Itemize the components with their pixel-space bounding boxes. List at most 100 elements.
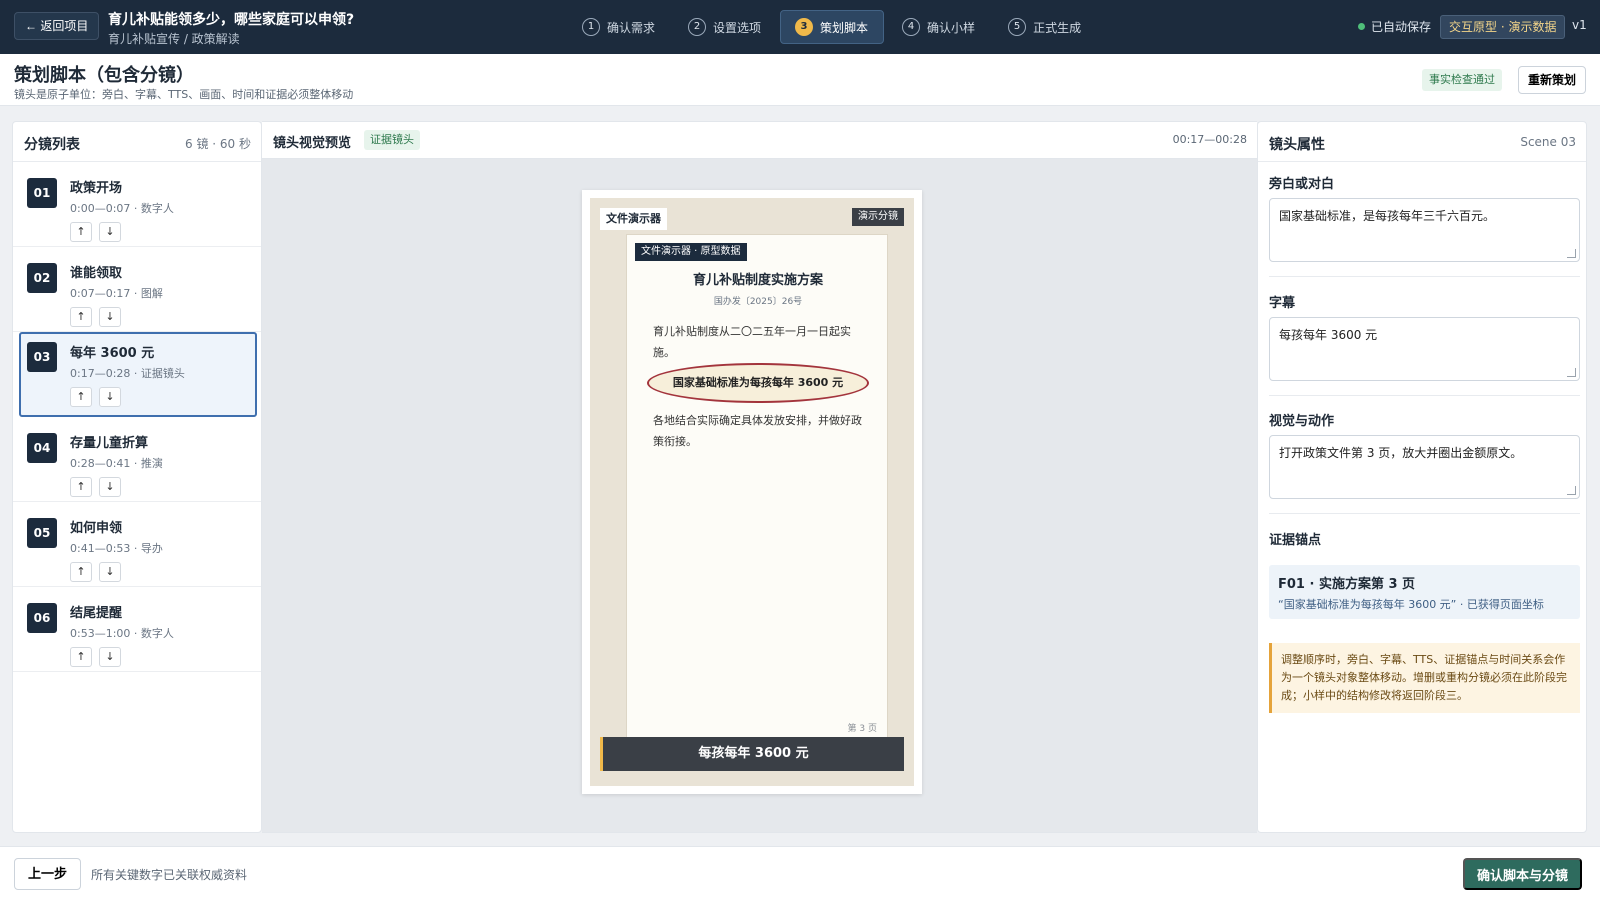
move-down-icon[interactable]: ↓ <box>99 222 121 242</box>
step-final-generate[interactable]: 5 正式生成 <box>994 10 1096 44</box>
page-header: 策划脚本（包含分镜） 镜头是原子单位：旁白、字幕、TTS、画面、时间和证据必须整… <box>0 54 1600 106</box>
shot-list-panel: 分镜列表 6 镜 · 60 秒 01 政策开场 0:00—0:07 · 数字人 … <box>12 121 262 833</box>
move-down-icon[interactable]: ↓ <box>99 307 121 327</box>
page-description: 镜头是原子单位：旁白、字幕、TTS、画面、时间和证据必须整体移动 <box>14 88 354 101</box>
shot-item-02[interactable]: 02 谁能领取 0:07—0:17 · 图解 ↑ ↓ <box>13 247 261 332</box>
shot-reorder-controls: ↑ ↓ <box>70 477 128 497</box>
step-label: 确认需求 <box>607 20 656 35</box>
shot-item-03[interactable]: 03 每年 3600 元 0:17—0:28 · 证据镜头 ↑ ↓ <box>19 332 257 417</box>
preview-title: 镜头视觉预览 <box>273 136 352 151</box>
shot-number: 03 <box>27 342 57 372</box>
shot-reorder-controls: ↑ ↓ <box>70 307 128 327</box>
shot-item-01[interactable]: 01 政策开场 0:00—0:07 · 数字人 ↑ ↓ <box>13 162 261 247</box>
evidence-anchor-card[interactable]: F01 · 实施方案第 3 页 “国家基础标准为每孩每年 3600 元” · 已… <box>1269 565 1580 619</box>
timecode: 00:17—00:28 <box>1172 133 1247 146</box>
autosave-label: 已自动保存 <box>1371 20 1432 34</box>
step-label: 确认小样 <box>927 20 976 35</box>
move-up-icon[interactable]: ↑ <box>70 387 92 407</box>
highlighted-amount: 国家基础标准为每孩每年 3600 元 <box>647 363 869 403</box>
shot-reorder-controls: ↑ ↓ <box>70 647 128 667</box>
subtitle-bar: 每孩每年 3600 元 <box>600 737 904 771</box>
shot-item-06[interactable]: 06 结尾提醒 0:53—1:00 · 数字人 ↑ ↓ <box>13 587 261 672</box>
evidence-quote: “国家基础标准为每孩每年 3600 元” · 已获得页面坐标 <box>1278 598 1544 611</box>
page-title: 策划脚本（包含分镜） <box>14 65 194 86</box>
preview-stage: 文件演示器 演示分镜 文件演示器 · 原型数据 育儿补贴制度实施方案 国办发〔2… <box>590 198 914 786</box>
demo-data-badge: 交互原型 · 演示数据 <box>1440 15 1566 39</box>
narration-label: 旁白或对白 <box>1269 177 1335 192</box>
shot-title: 结尾提醒 <box>70 606 123 621</box>
stage-tag: 演示分镜 <box>852 208 904 226</box>
top-bar: ← 返回项目 育儿补贴能领多少，哪些家庭可以申领? 育儿补贴宣传 / 政策解读 … <box>0 0 1600 54</box>
move-up-icon[interactable]: ↑ <box>70 562 92 582</box>
shot-list-header: 分镜列表 6 镜 · 60 秒 <box>13 122 261 162</box>
step-number: 1 <box>582 18 600 36</box>
shot-item-05[interactable]: 05 如何申领 0:41—0:53 · 导办 ↑ ↓ <box>13 502 261 587</box>
divider <box>1269 395 1580 396</box>
move-down-icon[interactable]: ↓ <box>99 647 121 667</box>
step-set-options[interactable]: 2 设置选项 <box>674 10 776 44</box>
shot-meta: 0:07—0:17 · 图解 <box>70 287 163 300</box>
shot-type-badge: 证据镜头 <box>364 130 420 150</box>
narration-textarea[interactable]: 国家基础标准，是每孩每年三千六百元。 <box>1269 198 1580 262</box>
visual-action-textarea[interactable]: 打开政策文件第 3 页，放大并圈出金额原文。 <box>1269 435 1580 499</box>
properties-title: 镜头属性 <box>1269 137 1325 153</box>
document-page-number: 第 3 页 <box>847 724 877 734</box>
shot-list-meta: 6 镜 · 60 秒 <box>185 137 251 151</box>
shot-list-title: 分镜列表 <box>24 137 80 153</box>
subtitle-label: 字幕 <box>1269 296 1296 311</box>
shot-meta: 0:28—0:41 · 推演 <box>70 457 163 470</box>
previous-step-button[interactable]: 上一步 <box>14 858 82 890</box>
reorder-note: 调整顺序时，旁白、字幕、TTS、证据锚点与时间关系会作为一个镜头对象整体移动。增… <box>1269 643 1580 713</box>
shot-number: 04 <box>27 433 57 463</box>
visual-action-label: 视觉与动作 <box>1269 414 1335 429</box>
shot-meta: 0:00—0:07 · 数字人 <box>70 202 174 215</box>
replan-button[interactable]: 重新策划 <box>1518 66 1587 94</box>
move-up-icon[interactable]: ↑ <box>70 307 92 327</box>
status-dot-icon <box>1358 23 1365 30</box>
step-navigation: 1 确认需求 2 设置选项 3 策划脚本 4 确认小样 5 正式生成 <box>568 10 1100 44</box>
confirm-script-button[interactable]: 确认脚本与分镜 <box>1463 858 1583 890</box>
shot-title: 存量儿童折算 <box>70 436 149 451</box>
properties-header: 镜头属性 Scene 03 <box>1258 122 1586 162</box>
move-down-icon[interactable]: ↓ <box>99 562 121 582</box>
move-up-icon[interactable]: ↑ <box>70 647 92 667</box>
shot-meta: 0:41—0:53 · 导办 <box>70 542 163 555</box>
step-number: 5 <box>1008 18 1027 36</box>
shot-number: 06 <box>27 603 57 633</box>
subtitle-textarea[interactable]: 每孩每年 3600 元 <box>1269 317 1580 381</box>
shot-title: 每年 3600 元 <box>70 346 155 361</box>
step-number: 3 <box>795 18 814 36</box>
project-title: 育儿补贴能领多少，哪些家庭可以申领? <box>108 12 355 28</box>
preview-frame: 文件演示器 演示分镜 文件演示器 · 原型数据 育儿补贴制度实施方案 国办发〔2… <box>582 190 922 794</box>
shot-reorder-controls: ↑ ↓ <box>70 387 128 407</box>
move-up-icon[interactable]: ↑ <box>70 477 92 497</box>
back-to-project-button[interactable]: ← 返回项目 <box>14 12 100 40</box>
step-number: 4 <box>902 18 921 36</box>
bottom-status-note: 所有关键数字已关联权威资料 <box>91 868 248 882</box>
shot-reorder-controls: ↑ ↓ <box>70 222 128 242</box>
shot-properties-panel: 镜头属性 Scene 03 旁白或对白 国家基础标准，是每孩每年三千六百元。 字… <box>1257 121 1587 833</box>
shot-item-04[interactable]: 04 存量儿童折算 0:28—0:41 · 推演 ↑ ↓ <box>13 417 261 502</box>
policy-document: 文件演示器 · 原型数据 育儿补贴制度实施方案 国办发〔2025〕26号 育儿补… <box>626 234 888 742</box>
step-plan-script[interactable]: 3 策划脚本 <box>780 10 885 44</box>
evidence-title: F01 · 实施方案第 3 页 <box>1278 577 1416 592</box>
move-down-icon[interactable]: ↓ <box>99 387 121 407</box>
move-up-icon[interactable]: ↑ <box>70 222 92 242</box>
version-label: v1 <box>1572 18 1587 32</box>
shot-title: 政策开场 <box>70 181 123 196</box>
fact-check-badge: 事实检查通过 <box>1422 69 1502 91</box>
shot-title: 谁能领取 <box>70 266 123 281</box>
step-confirm-needs[interactable]: 1 确认需求 <box>568 10 670 44</box>
shot-meta: 0:17—0:28 · 证据镜头 <box>70 367 185 380</box>
step-label: 正式生成 <box>1033 20 1082 35</box>
step-label: 设置选项 <box>713 20 762 35</box>
stage-label: 文件演示器 <box>600 208 667 230</box>
step-confirm-sample[interactable]: 4 确认小样 <box>888 10 990 44</box>
move-down-icon[interactable]: ↓ <box>99 477 121 497</box>
shot-number: 02 <box>27 263 57 293</box>
shot-number: 05 <box>27 518 57 548</box>
step-number: 2 <box>688 18 707 36</box>
document-title: 育儿补贴制度实施方案 <box>692 273 823 288</box>
shot-title: 如何申领 <box>70 521 123 536</box>
shot-meta: 0:53—1:00 · 数字人 <box>70 627 174 640</box>
